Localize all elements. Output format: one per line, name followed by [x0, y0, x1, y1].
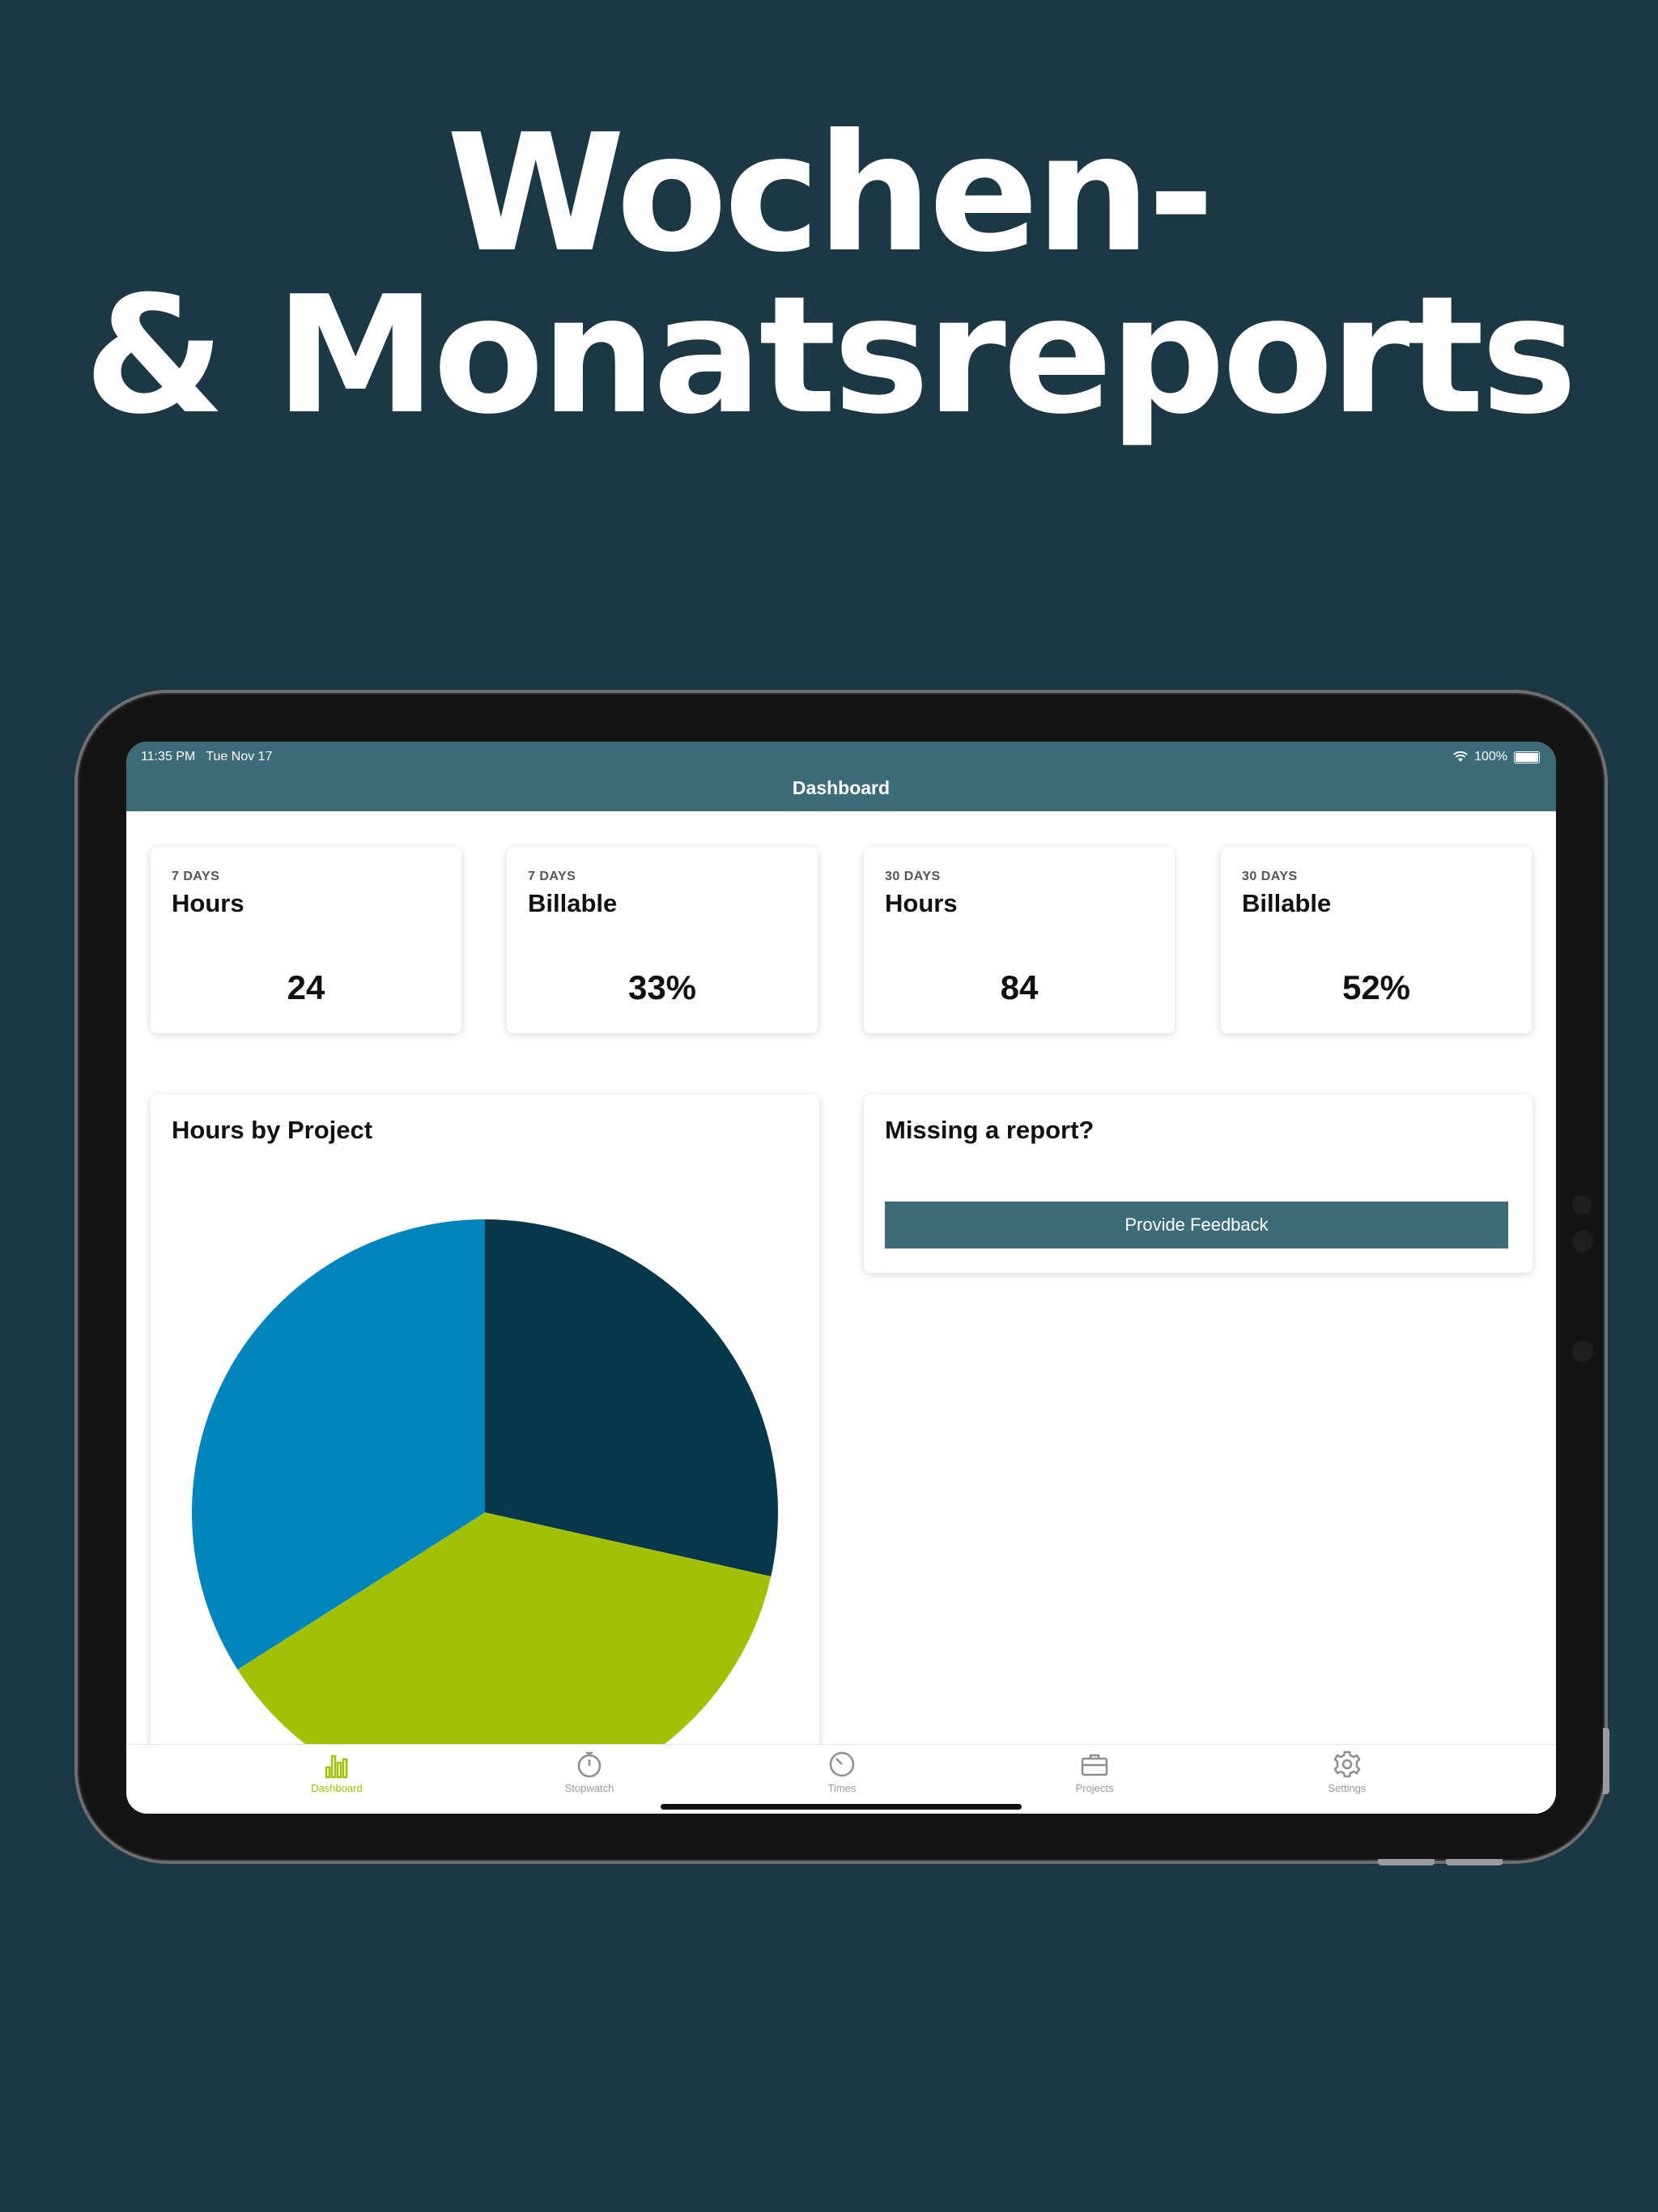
- status-clock: 11:35 PM: [141, 750, 196, 764]
- tab-label: Stopwatch: [564, 1782, 614, 1794]
- stat-value: 24: [287, 968, 325, 1006]
- bar-chart-icon: [325, 1755, 348, 1779]
- stat-card-30-days-billable: 30 DAYS Billable 52%: [1221, 847, 1532, 1033]
- stat-label: Hours: [885, 889, 958, 917]
- stat-period: 30 DAYS: [885, 870, 941, 883]
- stat-card-7-days-hours: 7 DAYS Hours 24: [151, 847, 461, 1033]
- stat-card-30-days-hours: 30 DAYS Hours 84: [864, 847, 1175, 1033]
- battery-percent: 100%: [1474, 750, 1507, 764]
- stat-value: 84: [1000, 968, 1039, 1006]
- page-title: Dashboard: [792, 777, 891, 798]
- stat-card-7-days-billable: 7 DAYS Billable 33%: [507, 847, 818, 1033]
- headline-line-1: Wochen-: [446, 100, 1215, 288]
- app-screen: 11:35 PM Tue Nov 17 100% Dashboard 7 DAY…: [126, 742, 1556, 1814]
- provide-feedback-button[interactable]: Provide Feedback: [885, 1202, 1508, 1249]
- feedback-card-title: Missing a report?: [885, 1116, 1095, 1144]
- stat-label: Billable: [1242, 889, 1332, 917]
- navigation-bar: 11:35 PM Tue Nov 17 100% Dashboard: [126, 742, 1556, 811]
- tab-stopwatch[interactable]: Stopwatch: [533, 1750, 646, 1794]
- missing-report-card: Missing a report? Provide Feedback: [864, 1095, 1533, 1273]
- status-indicators: 100%: [1453, 750, 1540, 764]
- camera-sensor: [1572, 1195, 1592, 1214]
- stat-label: Hours: [172, 889, 244, 917]
- top-button-1: [1378, 1859, 1435, 1865]
- stat-value: 33%: [627, 968, 697, 1006]
- home-indicator: [661, 1804, 1022, 1810]
- camera-sensor: [1572, 1231, 1593, 1252]
- gauge-icon: [829, 1751, 855, 1777]
- headline: Wochen- & Monatsreports: [0, 113, 1658, 437]
- stat-period: 7 DAYS: [172, 870, 220, 883]
- stat-label: Billable: [528, 889, 618, 917]
- stat-period: 7 DAYS: [528, 870, 576, 883]
- status-date: Tue Nov 17: [206, 750, 273, 764]
- tab-label: Projects: [1075, 1782, 1114, 1794]
- volume-button: [1603, 1728, 1609, 1794]
- headline-line-2: & Monatsreports: [83, 262, 1578, 450]
- tab-projects[interactable]: Projects: [1038, 1750, 1151, 1794]
- pie-chart: [191, 1219, 778, 1806]
- stat-value: 52%: [1341, 968, 1411, 1006]
- tab-label: Dashboard: [311, 1782, 363, 1794]
- camera-sensor: [1572, 1341, 1593, 1362]
- tab-times[interactable]: Times: [785, 1750, 899, 1794]
- hours-by-project-card: Hours by Project: [151, 1095, 819, 1814]
- stat-period: 30 DAYS: [1242, 870, 1298, 883]
- tab-label: Times: [827, 1782, 857, 1794]
- gear-icon: [1333, 1750, 1361, 1778]
- status-time: 11:35 PM Tue Nov 17: [141, 750, 272, 764]
- stopwatch-icon: [577, 1751, 602, 1778]
- tab-dashboard[interactable]: Dashboard: [280, 1750, 393, 1794]
- top-button-2: [1446, 1859, 1503, 1865]
- briefcase-icon: [1081, 1754, 1108, 1776]
- tab-bar: Dashboard Stopwatch Times Projects Setti…: [126, 1744, 1556, 1814]
- tab-label: Settings: [1328, 1782, 1367, 1794]
- battery-icon: [1514, 751, 1540, 764]
- tab-settings[interactable]: Settings: [1290, 1750, 1404, 1794]
- wifi-icon: [1453, 751, 1468, 762]
